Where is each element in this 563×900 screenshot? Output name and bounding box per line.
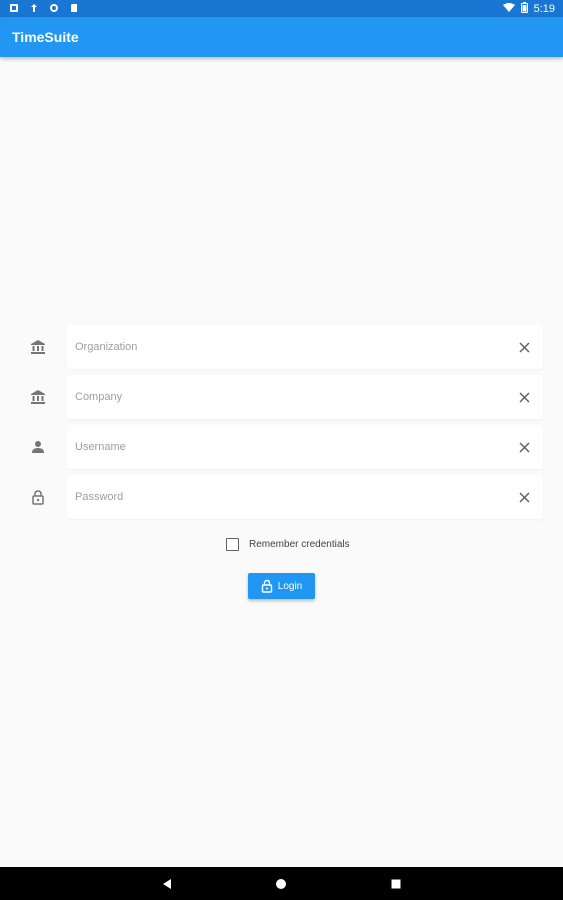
close-icon	[518, 441, 530, 453]
lock-icon	[261, 579, 272, 593]
home-icon	[276, 879, 286, 889]
app-bar: TimeSuite	[0, 17, 563, 57]
wifi-icon	[502, 2, 515, 16]
remember-label: Remember credentials	[249, 539, 350, 550]
recents-button[interactable]	[388, 876, 404, 892]
status-bar: 5:19	[0, 0, 563, 17]
notification-icon	[8, 2, 20, 14]
company-input[interactable]	[75, 375, 495, 419]
sd-card-icon	[68, 2, 80, 14]
bank-icon	[28, 337, 48, 357]
clear-username-button[interactable]	[517, 440, 531, 454]
organization-input[interactable]	[75, 325, 495, 369]
recents-icon	[391, 879, 401, 889]
close-icon	[518, 391, 530, 403]
status-icons-left	[8, 2, 80, 14]
company-row	[0, 375, 563, 419]
back-button[interactable]	[159, 876, 175, 892]
password-input[interactable]	[75, 475, 495, 519]
clear-password-button[interactable]	[517, 490, 531, 504]
clear-organization-button[interactable]	[517, 340, 531, 354]
home-button[interactable]	[273, 876, 289, 892]
nav-bar	[0, 867, 563, 900]
username-input[interactable]	[75, 425, 495, 469]
status-icons-right: 5:19	[502, 2, 555, 16]
close-icon	[518, 491, 530, 503]
upload-icon	[28, 2, 40, 14]
close-icon	[518, 341, 530, 353]
app-title: TimeSuite	[12, 29, 79, 45]
back-icon	[163, 879, 171, 889]
username-row	[0, 425, 563, 469]
login-button[interactable]: Login	[248, 573, 315, 599]
battery-icon	[520, 2, 528, 16]
person-icon	[28, 437, 48, 457]
clear-company-button[interactable]	[517, 390, 531, 404]
sync-icon	[48, 2, 60, 14]
remember-checkbox[interactable]	[226, 538, 239, 551]
remember-credentials[interactable]: Remember credentials	[226, 538, 350, 551]
organization-field	[67, 325, 543, 369]
lock-icon	[28, 487, 48, 507]
password-row	[0, 475, 563, 519]
username-field	[67, 425, 543, 469]
organization-row	[0, 325, 563, 369]
company-field	[67, 375, 543, 419]
password-field	[67, 475, 543, 519]
status-time: 5:19	[533, 3, 555, 15]
login-label: Login	[277, 580, 303, 592]
bank-icon	[28, 387, 48, 407]
